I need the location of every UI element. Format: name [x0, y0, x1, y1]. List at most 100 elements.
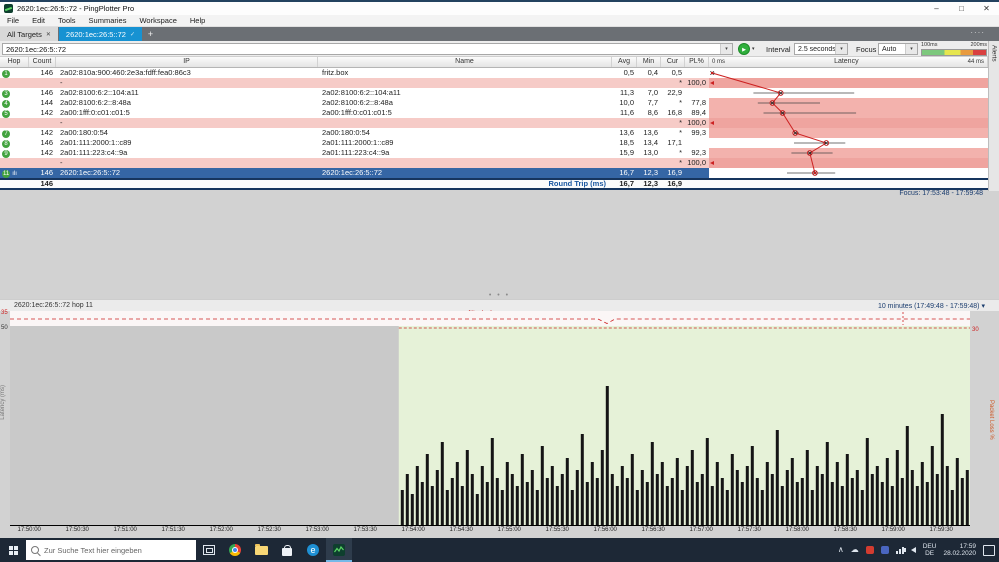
action-center-icon[interactable]	[983, 544, 995, 556]
onedrive-cloud-icon[interactable]: ☁	[851, 545, 859, 555]
menubar: File Edit Tools Summaries Workspace Help	[0, 15, 999, 27]
menu-help[interactable]: Help	[190, 16, 205, 25]
focus-select[interactable]: Auto ▾	[878, 43, 918, 55]
hop-row[interactable]: 7 142 2a00:180:0:54 2a00:180:0:54 13,6 13,6 * 9…	[0, 128, 988, 138]
taskbar-edge-button[interactable]: e	[300, 538, 326, 562]
hop-row[interactable]: - * 100,0	[0, 118, 988, 128]
cell-pl: 99,3	[685, 128, 709, 138]
timeline-range-select[interactable]: 10 minutes (17:49:48 - 17:59:48) ▾	[878, 302, 985, 310]
menu-edit[interactable]: Edit	[32, 16, 45, 25]
cell-ip: 2a02:8100:6:2::104:a11	[56, 88, 318, 98]
interval-dropdown-icon[interactable]: ▾	[835, 44, 847, 54]
language-indicator[interactable]: DEU DE	[923, 543, 937, 558]
cell-name	[318, 118, 612, 128]
tab-check-icon: ✓	[129, 31, 136, 38]
taskbar-explorer-button[interactable]	[248, 538, 274, 562]
alerts-side-tab[interactable]: Alerts	[988, 41, 999, 191]
interval-value: 2.5 seconds	[798, 45, 835, 53]
hop-row[interactable]: 8 146 2a01:111:2000:1::c89 2a01:111:2000:1:…	[0, 138, 988, 148]
target-input[interactable]	[3, 44, 720, 54]
new-tab-button[interactable]: +	[143, 27, 158, 41]
cell-latency-graph	[709, 98, 988, 108]
col-pl[interactable]: PL%	[685, 57, 709, 67]
volume-icon[interactable]	[903, 547, 916, 553]
table-header: Hop Count IP Name Avg Min Cur PL% 0 ms L…	[0, 57, 988, 68]
taskbar: Zur Suche Text hier eingeben e ∧ ☁ DEU D…	[0, 538, 999, 562]
tab-overflow-icon[interactable]: ····	[970, 28, 985, 37]
toolbar: ▾ ▶ ▾ Interval 2.5 seconds ▾ Focus Auto …	[0, 41, 999, 57]
cell-ip: -	[56, 78, 318, 88]
tray-blue-app-icon[interactable]	[880, 546, 889, 554]
cell-pl: 77,8	[685, 98, 709, 108]
start-trace-button[interactable]: ▶	[738, 43, 750, 55]
cell-count: 146	[29, 68, 56, 78]
focus-value: Auto	[882, 45, 897, 53]
cell-pl: 89,4	[685, 108, 709, 118]
hop-row[interactable]: 1 146 2a02:810a:900:460:2e3a:fdff:fea0:86c…	[0, 68, 988, 78]
hop-row[interactable]: 5 142 2a00:1fff:0:c01:c01:5 2a00:1fff:0:c01…	[0, 108, 988, 118]
col-ip[interactable]: IP	[56, 57, 318, 67]
interval-select[interactable]: 2.5 seconds ▾	[794, 43, 848, 55]
hop-row[interactable]: 9 142 2a01:111:223:c4::9a 2a01:111:223:c4::…	[0, 148, 988, 158]
time-tick: 17:57:30	[737, 527, 761, 533]
cell-avg: 18,5	[612, 138, 637, 148]
tray-expand-icon[interactable]: ∧	[838, 545, 844, 555]
cell-ip: -	[56, 158, 318, 168]
time-tick: 17:57:00	[689, 527, 713, 533]
menu-summaries[interactable]: Summaries	[89, 16, 127, 25]
col-name[interactable]: Name	[318, 57, 612, 67]
time-tick: 17:51:30	[161, 527, 185, 533]
col-cur[interactable]: Cur	[661, 57, 685, 67]
cell-count: 142	[29, 108, 56, 118]
taskbar-clock[interactable]: 17:59 28.02.2020	[943, 543, 976, 558]
timeline-range-dropdown-icon[interactable]: ▾	[981, 303, 985, 310]
menu-workspace[interactable]: Workspace	[139, 16, 176, 25]
timeline-graph[interactable]	[10, 326, 970, 526]
cell-avg	[612, 118, 637, 128]
cell-hop: 8	[0, 138, 29, 148]
taskbar-store-button[interactable]	[274, 538, 300, 562]
tab-all-targets[interactable]: All Targets ✕	[0, 27, 58, 41]
latency-gradient-bar	[921, 49, 987, 56]
cell-name: fritz.box	[318, 68, 612, 78]
taskbar-search[interactable]: Zur Suche Text hier eingeben	[26, 540, 196, 560]
cell-ip: 2a02:810a:900:460:2e3a:fdff:fea0:86c3	[56, 68, 318, 78]
cell-cur: *	[661, 78, 685, 88]
col-min[interactable]: Min	[637, 57, 661, 67]
target-dropdown-icon[interactable]: ▾	[720, 44, 732, 54]
menu-file[interactable]: File	[7, 16, 19, 25]
network-icon[interactable]	[895, 546, 904, 554]
col-avg[interactable]: Avg	[612, 57, 637, 67]
cell-ip: 2a00:180:0:54	[56, 128, 318, 138]
hop-row[interactable]: - * 100,0	[0, 78, 988, 88]
cell-hop: 5	[0, 108, 29, 118]
start-button[interactable]	[0, 538, 26, 562]
hop-row[interactable]: 11 ılı 146 2620:1ec:26:5::72 2620:1ec:26:5::…	[0, 168, 988, 178]
cell-min	[637, 158, 661, 168]
col-hop[interactable]: Hop	[0, 57, 29, 67]
cell-hop: 7	[0, 128, 29, 138]
close-tab-icon[interactable]: ✕	[46, 31, 51, 38]
cell-avg: 0,5	[612, 68, 637, 78]
col-count[interactable]: Count	[29, 57, 56, 67]
task-view-button[interactable]	[196, 538, 222, 562]
target-combo[interactable]: ▾	[2, 43, 733, 55]
hop-row[interactable]: - * 100,0	[0, 158, 988, 168]
cell-latency-graph	[709, 68, 988, 78]
cell-count	[29, 78, 56, 88]
tray-red-app-icon[interactable]	[865, 546, 874, 554]
trace-options-icon[interactable]: ▾	[752, 46, 755, 52]
col-latency[interactable]: 0 ms Latency 44 ms	[709, 57, 988, 67]
cell-avg: 10,0	[612, 98, 637, 108]
menu-tools[interactable]: Tools	[58, 16, 76, 25]
focus-dropdown-icon[interactable]: ▾	[905, 44, 917, 54]
hop-row[interactable]: 3 146 2a02:8100:6:2::104:a11 2a02:8100:6:2:…	[0, 88, 988, 98]
time-tick: 17:58:30	[833, 527, 857, 533]
hop-row[interactable]: 4 144 2a02:8100:6:2::8:48a 2a02:8100:6:2::8…	[0, 98, 988, 108]
cell-min: 13,6	[637, 128, 661, 138]
taskbar-pingplotter-button[interactable]	[326, 538, 352, 562]
tab-target[interactable]: 2620:1ec:26:5::72 ✓	[58, 27, 143, 41]
taskbar-chrome-button[interactable]	[222, 538, 248, 562]
cell-min: 12,3	[637, 168, 661, 178]
cell-avg: 11,3	[612, 88, 637, 98]
